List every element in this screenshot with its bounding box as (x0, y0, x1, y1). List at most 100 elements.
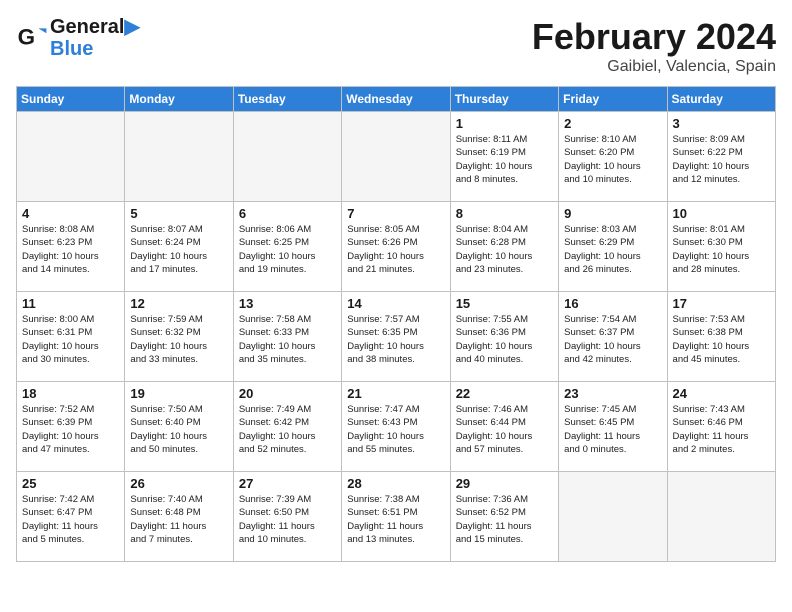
day-info: Sunrise: 7:54 AM Sunset: 6:37 PM Dayligh… (564, 313, 661, 366)
day-info: Sunrise: 7:40 AM Sunset: 6:48 PM Dayligh… (130, 493, 227, 546)
calendar-day-cell: 16 Sunrise: 7:54 AM Sunset: 6:37 PM Dayli… (559, 292, 667, 382)
calendar-header-row: SundayMondayTuesdayWednesdayThursdayFrid… (17, 87, 776, 112)
calendar-day-cell: 8 Sunrise: 8:04 AM Sunset: 6:28 PM Daylig… (450, 202, 558, 292)
column-header-sunday: Sunday (17, 87, 125, 112)
calendar-day-cell: 7Sunrise: 8:05 AM Sunset: 6:26 PM Daylig… (342, 202, 450, 292)
day-number: 25 (22, 476, 119, 491)
day-number: 17 (673, 296, 770, 311)
logo-icon: G (16, 22, 48, 54)
day-info: Sunrise: 8:11 AM Sunset: 6:19 PM Dayligh… (456, 133, 553, 186)
day-number: 13 (239, 296, 336, 311)
calendar-day-cell: 3Sunrise: 8:09 AM Sunset: 6:22 PM Daylig… (667, 112, 775, 202)
calendar-day-cell (125, 112, 233, 202)
day-number: 29 (456, 476, 553, 491)
day-info: Sunrise: 7:47 AM Sunset: 6:43 PM Dayligh… (347, 403, 444, 456)
day-info: Sunrise: 8:07 AM Sunset: 6:24 PM Dayligh… (130, 223, 227, 276)
column-header-wednesday: Wednesday (342, 87, 450, 112)
calendar-day-cell: 25 Sunrise: 7:42 AM Sunset: 6:47 PM Dayli… (17, 472, 125, 562)
day-info: Sunrise: 7:43 AM Sunset: 6:46 PM Dayligh… (673, 403, 770, 456)
day-info: Sunrise: 7:53 AM Sunset: 6:38 PM Dayligh… (673, 313, 770, 366)
column-header-saturday: Saturday (667, 87, 775, 112)
calendar-day-cell: 1Sunrise: 8:11 AM Sunset: 6:19 PM Daylig… (450, 112, 558, 202)
day-number: 8 (456, 206, 553, 221)
day-number: 19 (130, 386, 227, 401)
day-info: Sunrise: 7:39 AM Sunset: 6:50 PM Dayligh… (239, 493, 336, 546)
day-info: Sunrise: 7:38 AM Sunset: 6:51 PM Dayligh… (347, 493, 444, 546)
day-info: Sunrise: 7:46 AM Sunset: 6:44 PM Dayligh… (456, 403, 553, 456)
day-number: 3 (673, 116, 770, 131)
calendar-day-cell (667, 472, 775, 562)
day-info: Sunrise: 8:06 AM Sunset: 6:25 PM Dayligh… (239, 223, 336, 276)
logo-line2: Blue (50, 38, 140, 60)
day-info: Sunrise: 8:10 AM Sunset: 6:20 PM Dayligh… (564, 133, 661, 186)
day-number: 5 (130, 206, 227, 221)
calendar-day-cell: 20 Sunrise: 7:49 AM Sunset: 6:42 PM Dayli… (233, 382, 341, 472)
day-info: Sunrise: 7:45 AM Sunset: 6:45 PM Dayligh… (564, 403, 661, 456)
calendar-day-cell (559, 472, 667, 562)
day-info: Sunrise: 8:08 AM Sunset: 6:23 PM Dayligh… (22, 223, 119, 276)
calendar-week-row: 4 Sunrise: 8:08 AM Sunset: 6:23 PM Daylig… (17, 202, 776, 292)
calendar-day-cell: 21 Sunrise: 7:47 AM Sunset: 6:43 PM Dayli… (342, 382, 450, 472)
day-number: 11 (22, 296, 119, 311)
day-number: 23 (564, 386, 661, 401)
calendar-day-cell: 10 Sunrise: 8:01 AM Sunset: 6:30 PM Dayli… (667, 202, 775, 292)
title-block: February 2024 Gaibiel, Valencia, Spain (532, 16, 776, 76)
day-info: Sunrise: 8:01 AM Sunset: 6:30 PM Dayligh… (673, 223, 770, 276)
day-info: Sunrise: 8:00 AM Sunset: 6:31 PM Dayligh… (22, 313, 119, 366)
day-number: 24 (673, 386, 770, 401)
calendar-day-cell: 2Sunrise: 8:10 AM Sunset: 6:20 PM Daylig… (559, 112, 667, 202)
day-number: 7 (347, 206, 444, 221)
day-info: Sunrise: 7:59 AM Sunset: 6:32 PM Dayligh… (130, 313, 227, 366)
calendar-day-cell: 29 Sunrise: 7:36 AM Sunset: 6:52 PM Dayli… (450, 472, 558, 562)
calendar-day-cell: 24 Sunrise: 7:43 AM Sunset: 6:46 PM Dayli… (667, 382, 775, 472)
day-info: Sunrise: 8:04 AM Sunset: 6:28 PM Dayligh… (456, 223, 553, 276)
calendar-day-cell: 6 Sunrise: 8:06 AM Sunset: 6:25 PM Daylig… (233, 202, 341, 292)
day-number: 21 (347, 386, 444, 401)
day-info: Sunrise: 7:49 AM Sunset: 6:42 PM Dayligh… (239, 403, 336, 456)
day-number: 14 (347, 296, 444, 311)
calendar-day-cell: 13Sunrise: 7:58 AM Sunset: 6:33 PM Dayli… (233, 292, 341, 382)
calendar-week-row: 11 Sunrise: 8:00 AM Sunset: 6:31 PM Dayli… (17, 292, 776, 382)
calendar-week-row: 1Sunrise: 8:11 AM Sunset: 6:19 PM Daylig… (17, 112, 776, 202)
day-number: 20 (239, 386, 336, 401)
calendar-day-cell: 14 Sunrise: 7:57 AM Sunset: 6:35 PM Dayli… (342, 292, 450, 382)
day-info: Sunrise: 7:42 AM Sunset: 6:47 PM Dayligh… (22, 493, 119, 546)
column-header-monday: Monday (125, 87, 233, 112)
month-title: February 2024 (532, 16, 776, 58)
day-number: 18 (22, 386, 119, 401)
day-number: 4 (22, 206, 119, 221)
calendar-day-cell: 15Sunrise: 7:55 AM Sunset: 6:36 PM Dayli… (450, 292, 558, 382)
calendar-day-cell: 22Sunrise: 7:46 AM Sunset: 6:44 PM Dayli… (450, 382, 558, 472)
calendar-day-cell: 11 Sunrise: 8:00 AM Sunset: 6:31 PM Dayli… (17, 292, 125, 382)
svg-text:G: G (18, 24, 35, 49)
logo: G General▶ Blue (16, 16, 140, 60)
calendar-day-cell: 26 Sunrise: 7:40 AM Sunset: 6:48 PM Dayli… (125, 472, 233, 562)
day-number: 9 (564, 206, 661, 221)
calendar-day-cell: 27 Sunrise: 7:39 AM Sunset: 6:50 PM Dayli… (233, 472, 341, 562)
day-info: Sunrise: 7:50 AM Sunset: 6:40 PM Dayligh… (130, 403, 227, 456)
day-info: Sunrise: 7:36 AM Sunset: 6:52 PM Dayligh… (456, 493, 553, 546)
calendar-day-cell: 5 Sunrise: 8:07 AM Sunset: 6:24 PM Daylig… (125, 202, 233, 292)
day-info: Sunrise: 7:57 AM Sunset: 6:35 PM Dayligh… (347, 313, 444, 366)
day-number: 27 (239, 476, 336, 491)
calendar-day-cell: 18Sunrise: 7:52 AM Sunset: 6:39 PM Dayli… (17, 382, 125, 472)
day-number: 26 (130, 476, 227, 491)
day-number: 16 (564, 296, 661, 311)
calendar-day-cell: 17 Sunrise: 7:53 AM Sunset: 6:38 PM Dayli… (667, 292, 775, 382)
calendar-day-cell: 19 Sunrise: 7:50 AM Sunset: 6:40 PM Dayli… (125, 382, 233, 472)
day-number: 28 (347, 476, 444, 491)
calendar-week-row: 25 Sunrise: 7:42 AM Sunset: 6:47 PM Dayli… (17, 472, 776, 562)
calendar-table: SundayMondayTuesdayWednesdayThursdayFrid… (16, 86, 776, 562)
day-info: Sunrise: 8:03 AM Sunset: 6:29 PM Dayligh… (564, 223, 661, 276)
day-number: 6 (239, 206, 336, 221)
day-number: 10 (673, 206, 770, 221)
day-number: 15 (456, 296, 553, 311)
calendar-day-cell: 4 Sunrise: 8:08 AM Sunset: 6:23 PM Daylig… (17, 202, 125, 292)
calendar-day-cell (17, 112, 125, 202)
calendar-day-cell: 12Sunrise: 7:59 AM Sunset: 6:32 PM Dayli… (125, 292, 233, 382)
column-header-friday: Friday (559, 87, 667, 112)
calendar-day-cell (342, 112, 450, 202)
calendar-week-row: 18Sunrise: 7:52 AM Sunset: 6:39 PM Dayli… (17, 382, 776, 472)
location: Gaibiel, Valencia, Spain (532, 58, 776, 76)
calendar-day-cell: 9 Sunrise: 8:03 AM Sunset: 6:29 PM Daylig… (559, 202, 667, 292)
